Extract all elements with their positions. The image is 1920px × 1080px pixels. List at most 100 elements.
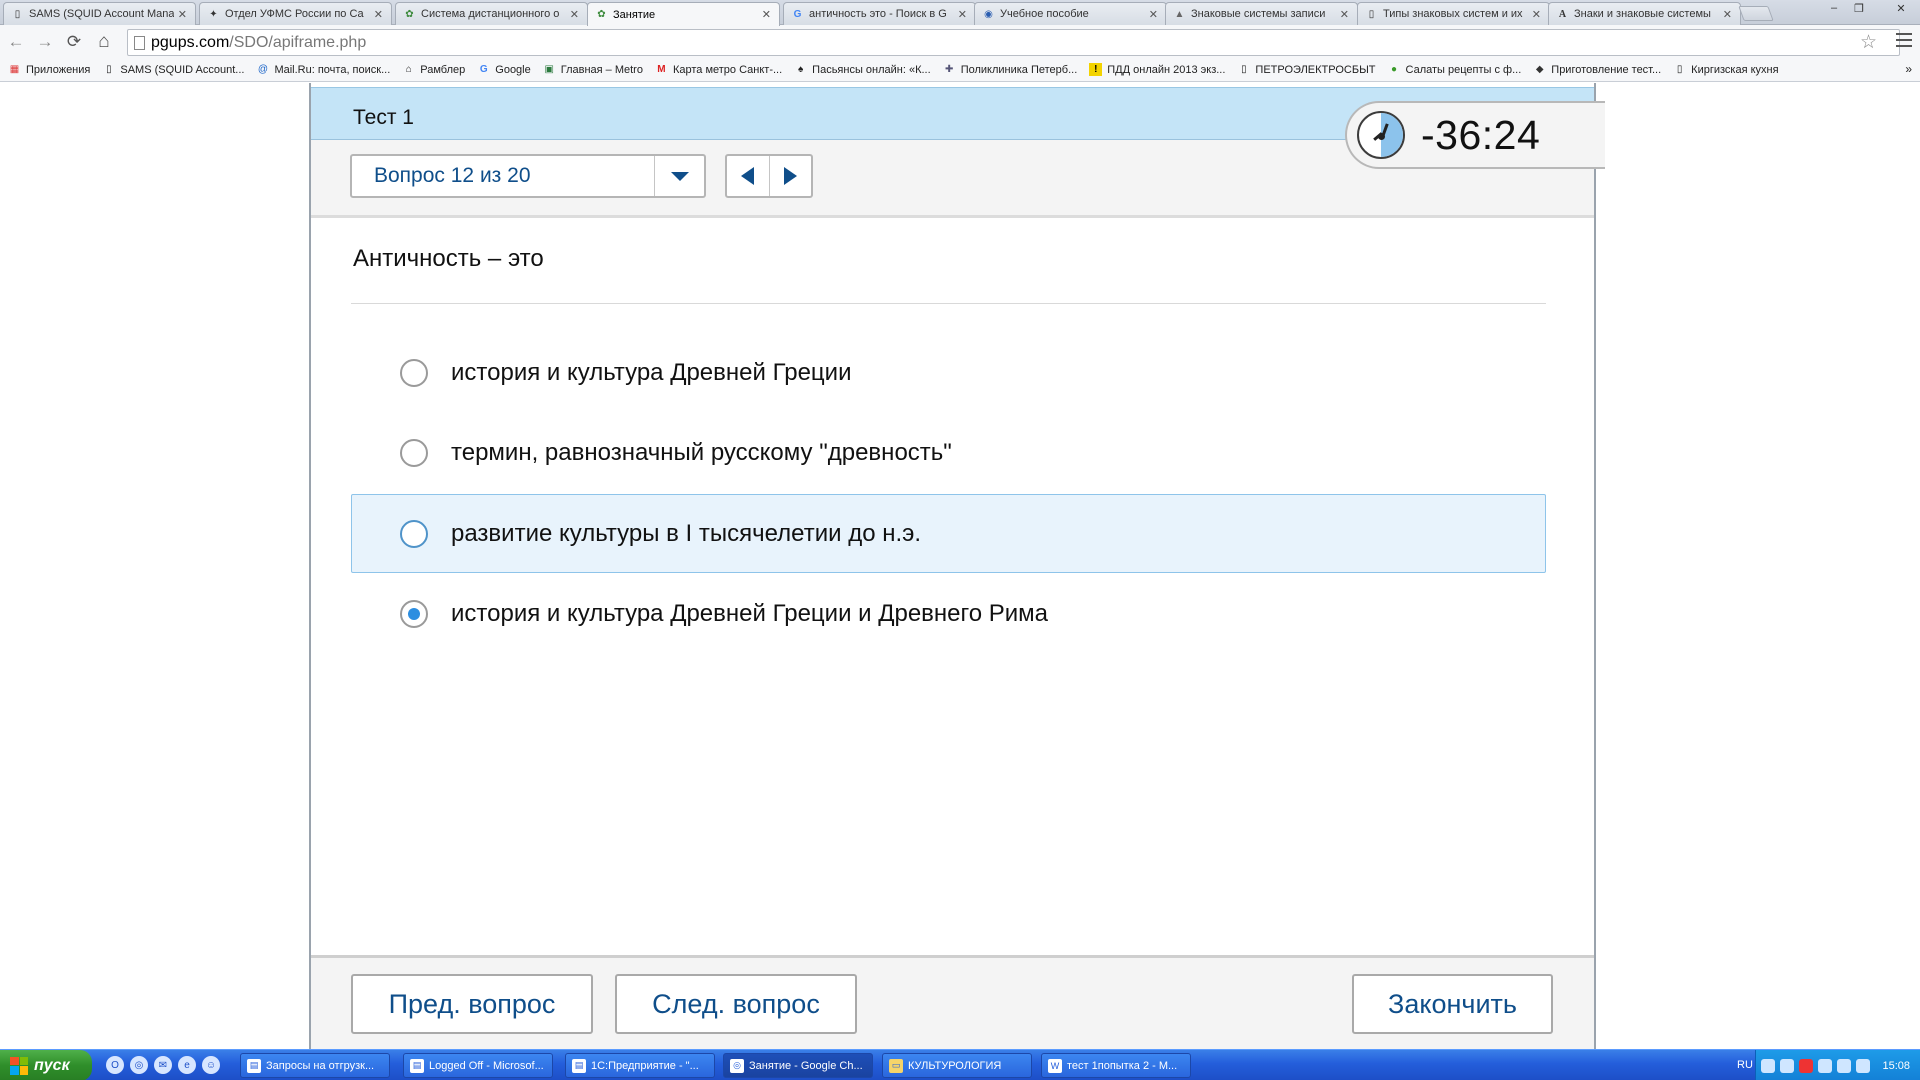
question-selector[interactable]: Вопрос 12 из 20 [350, 154, 706, 198]
radio-button[interactable] [400, 519, 428, 548]
taskbar-item[interactable]: ▤ 1С:Предприятие - "... [565, 1053, 715, 1078]
back-arrow-icon[interactable]: ← [5, 31, 27, 53]
outlook-icon[interactable]: ✉ [154, 1056, 172, 1074]
browser-tab-2[interactable]: ✦ Отдел УФМС России по Са ✕ [199, 2, 392, 25]
taskbar-item-label: Запросы на отгрузк... [266, 1059, 375, 1072]
bookmark-item[interactable]: @ Mail.Ru: почта, поиск... [256, 63, 390, 76]
radio-button-selected[interactable] [400, 599, 428, 628]
answer-option-4[interactable]: история и культура Древней Греции и Древ… [351, 574, 1546, 653]
bookmarks-overflow-icon[interactable]: » [1905, 62, 1912, 76]
bookmark-item[interactable]: ⌂ Рамблер [402, 63, 466, 76]
bookmark-star-icon[interactable]: ☆ [1860, 31, 1877, 54]
opera-icon[interactable]: O [106, 1056, 124, 1074]
answer-option-1[interactable]: история и культура Древней Греции [351, 333, 1546, 412]
close-icon[interactable]: ✕ [958, 8, 967, 21]
divider [351, 303, 1546, 304]
app-icon: ▤ [247, 1058, 261, 1073]
url-path: /SDO/apiframe.php [229, 33, 367, 51]
taskbar-item-active[interactable]: ◎ Занятие - Google Ch... [723, 1053, 873, 1078]
taskbar-item[interactable]: ▤ Запросы на отгрузк... [240, 1053, 390, 1078]
home-icon[interactable]: ⌂ [93, 31, 115, 53]
close-icon[interactable]: ✕ [1149, 8, 1158, 21]
browser-tab-7[interactable]: ▲ Знаковые системы записи ✕ [1165, 2, 1358, 25]
globe-icon: ◉ [984, 8, 993, 20]
next-question-button[interactable]: След. вопрос [615, 974, 857, 1034]
close-icon[interactable]: ✕ [762, 8, 771, 21]
timer-value: -36:24 [1421, 111, 1541, 158]
url-host: pgups.com [151, 33, 230, 51]
answer-option-2[interactable]: термин, равнозначный русскому "древность… [351, 413, 1546, 492]
new-tab-button[interactable] [1738, 6, 1774, 21]
stopwatch-icon [1357, 111, 1405, 159]
bookmark-label: Рамблер [420, 63, 466, 76]
bookmark-item[interactable]: ▯ ПЕТРОЭЛЕКТРОСБЫТ [1237, 63, 1375, 76]
quiz-footer: Пред. вопрос След. вопрос Закончить [311, 955, 1594, 1049]
close-icon[interactable]: ✕ [570, 8, 579, 21]
question-text: Античность – это [353, 245, 544, 272]
close-icon[interactable]: ✕ [178, 8, 187, 21]
bookmark-label: Google [495, 63, 531, 76]
forward-arrow-icon[interactable]: → [34, 31, 56, 53]
antivirus-icon[interactable] [1799, 1058, 1813, 1073]
start-button[interactable]: пуск [0, 1050, 92, 1080]
close-icon[interactable]: ✕ [1723, 8, 1732, 21]
chevron-down-icon [670, 171, 689, 181]
bookmark-item[interactable]: ▯ SAMS (SQUID Account... [102, 63, 244, 76]
bookmark-item[interactable]: ◆ Приготовление тест... [1533, 63, 1661, 76]
chrome-menu-icon[interactable] [1896, 33, 1912, 47]
finish-button[interactable]: Закончить [1352, 974, 1553, 1034]
address-bar[interactable]: pgups.com/SDO/apiframe.php [127, 29, 1900, 56]
bookmark-item[interactable]: ● Салаты рецепты с ф... [1388, 63, 1521, 76]
bookmark-item[interactable]: G Google [477, 63, 531, 76]
messenger-icon[interactable]: ☺ [202, 1056, 220, 1074]
browser-tab-6[interactable]: ◉ Учебное пособие ✕ [974, 2, 1167, 25]
taskbar-item-label: КУЛЬТУРОЛОГИЯ [908, 1059, 1002, 1072]
bookmark-item[interactable]: ! ПДД онлайн 2013 экз... [1089, 63, 1225, 76]
reload-icon[interactable]: ⟳ [63, 31, 85, 53]
chrome-icon: ◎ [730, 1058, 744, 1073]
google-icon: G [479, 64, 488, 75]
gear-green-icon: ✿ [597, 9, 606, 20]
tray-icon[interactable] [1818, 1058, 1832, 1073]
bookmark-apps[interactable]: ▦ Приложения [8, 63, 91, 76]
chrome-icon[interactable]: ◎ [130, 1056, 148, 1074]
mailru-icon: @ [257, 64, 269, 75]
previous-question-arrow[interactable] [727, 156, 769, 196]
taskbar-item[interactable]: W тест 1попытка 2 - M... [1041, 1053, 1191, 1078]
browser-tab-3[interactable]: ✿ Система дистанционного о ✕ [395, 2, 588, 25]
bookmark-item[interactable]: ▣ Главная – Metro [543, 63, 643, 76]
ie-icon[interactable]: e [178, 1056, 196, 1074]
dropdown-toggle[interactable] [654, 156, 704, 196]
previous-question-button[interactable]: Пред. вопрос [351, 974, 593, 1034]
radio-button[interactable] [400, 438, 428, 467]
browser-tab-8[interactable]: ▯ Типы знаковых систем и их ✕ [1357, 2, 1550, 25]
window-close-icon[interactable]: ✕ [1890, 0, 1912, 16]
maximize-icon[interactable]: ❐ [1848, 0, 1870, 16]
tray-icon[interactable] [1780, 1058, 1794, 1073]
bookmark-item[interactable]: M Карта метро Санкт-... [655, 63, 782, 76]
minimize-icon[interactable]: – [1823, 0, 1845, 16]
volume-icon[interactable] [1856, 1058, 1870, 1073]
browser-tab-9[interactable]: A Знаки и знаковые системы ✕ [1548, 2, 1741, 25]
tab-title: Занятие [613, 8, 656, 21]
answer-option-3[interactable]: развитие культуры в I тысячелетии до н.э… [351, 494, 1546, 573]
tray-icon[interactable] [1761, 1058, 1775, 1073]
close-icon[interactable]: ✕ [1340, 8, 1349, 21]
radio-button[interactable] [400, 358, 428, 387]
network-icon[interactable] [1837, 1058, 1851, 1073]
taskbar-item[interactable]: ▭ КУЛЬТУРОЛОГИЯ [882, 1053, 1032, 1078]
bookmark-label: SAMS (SQUID Account... [120, 63, 245, 76]
google-icon: G [793, 8, 802, 20]
bookmark-item[interactable]: ♠ Пасьянсы онлайн: «К... [794, 63, 931, 76]
browser-tab-4[interactable]: ✿ Занятие ✕ [587, 2, 780, 26]
browser-tab-5[interactable]: G античность это - Поиск в G ✕ [783, 2, 976, 25]
close-icon[interactable]: ✕ [374, 8, 383, 21]
browser-tab-1[interactable]: ▯ SAMS (SQUID Account Mana ✕ [3, 2, 196, 25]
taskbar-item[interactable]: ▤ Logged Off - Microsof... [403, 1053, 553, 1078]
language-indicator[interactable]: RU [1737, 1059, 1753, 1071]
bookmark-item[interactable]: ✚ Поликлиника Петерб... [943, 63, 1077, 76]
next-question-arrow[interactable] [768, 156, 812, 196]
bookmark-item[interactable]: ▯ Киргизская кухня [1673, 63, 1779, 76]
warning-icon: ! [1089, 63, 1103, 76]
close-icon[interactable]: ✕ [1532, 8, 1541, 21]
